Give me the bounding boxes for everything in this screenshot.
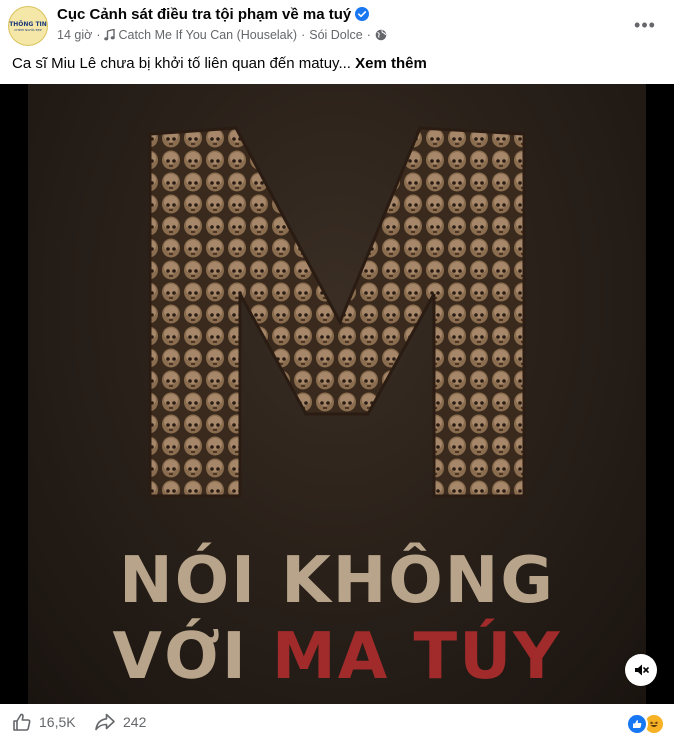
poster-line-2-prefix: VỚI [112,620,273,694]
mute-icon [635,664,649,676]
share-arrow-icon [95,713,115,731]
caption-text: Ca sĩ Miu Lê chưa bị khởi tố liên quan đ… [12,55,351,72]
post-header: THÔNG TIN CHÍNH NGHĨA ĐẸP Cục Cảnh sát đ… [0,0,674,50]
verified-badge-icon [355,7,370,25]
see-more-link[interactable]: Xem thêm [355,55,427,72]
like-count[interactable]: 16,5K [39,714,76,730]
meta-separator: · [301,28,306,42]
music-artist[interactable]: Sói Dolce [309,28,363,42]
post-meta: 14 giờ · Catch Me If You Can (Houselak) … [57,28,390,42]
music-note-icon [104,29,116,41]
post-caption: Ca sĩ Miu Lê chưa bị khởi tố liên quan đ… [12,55,662,72]
music-title[interactable]: Catch Me If You Can (Houselak) [118,28,297,42]
page-name-text[interactable]: Cục Cảnh sát điều tra tội phạm về ma tuý [57,6,351,23]
poster-image[interactable]: M NÓI KHÔNG VỚI MA TÚY [28,84,646,704]
like-reaction-icon [626,713,648,735]
page-avatar[interactable]: THÔNG TIN CHÍNH NGHĨA ĐẸP [8,6,48,46]
meta-separator: · [366,28,371,42]
share-count[interactable]: 242 [123,714,146,730]
globe-icon[interactable] [375,29,387,41]
poster-line-1: NÓI KHÔNG [119,544,555,618]
poster-line-2-highlight: MA TÚY [272,620,562,694]
avatar-text-top: THÔNG TIN [9,20,47,28]
post-media[interactable]: M NÓI KHÔNG VỚI MA TÚY [0,84,674,704]
like-button[interactable]: 16,5K [12,712,76,732]
avatar-text-bottom: CHÍNH NGHĨA ĐẸP [14,27,42,32]
thumbs-up-icon [13,713,31,731]
mute-button[interactable] [625,654,657,686]
more-options-icon[interactable]: ••• [632,12,658,38]
poster-line-2: VỚI MA TÚY [28,620,646,694]
post-time[interactable]: 14 giờ [57,28,92,42]
share-button[interactable]: 242 [94,712,146,732]
post-footer: 16,5K 242 [0,704,674,743]
reactions-summary[interactable] [626,713,665,735]
meta-separator: · [96,28,101,42]
page-name[interactable]: Cục Cảnh sát điều tra tội phạm về ma tuý [57,6,370,25]
